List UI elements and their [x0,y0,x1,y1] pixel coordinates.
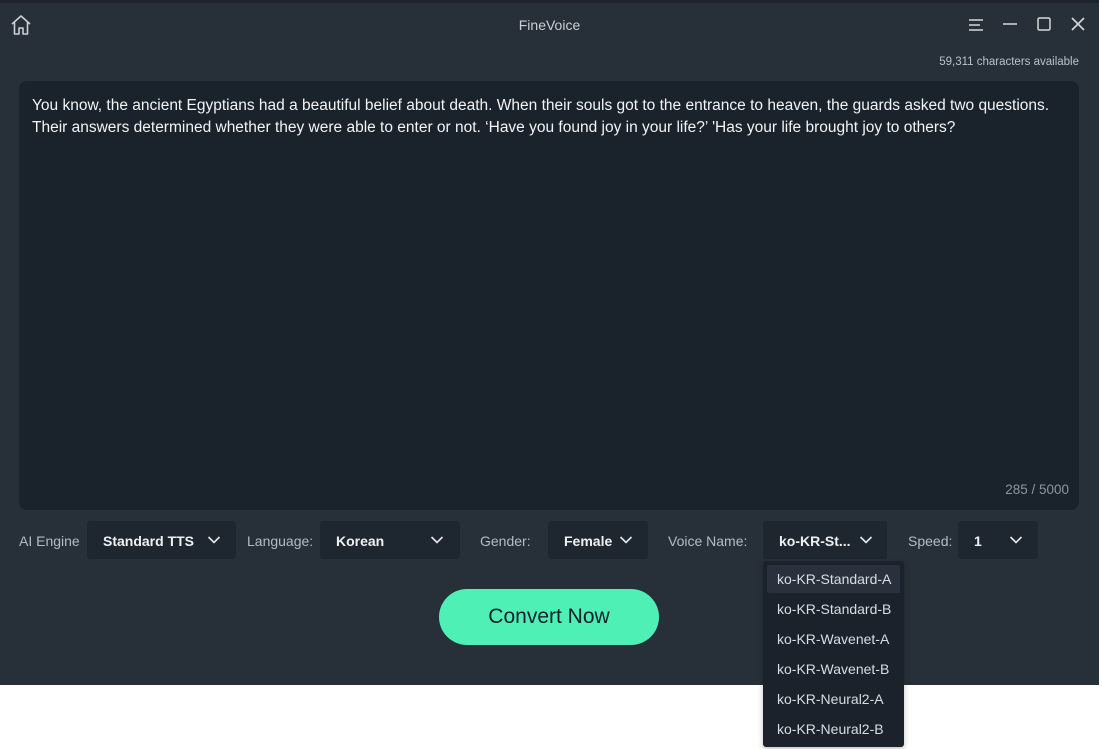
voice-option[interactable]: ko-KR-Standard-B [767,595,900,623]
voice-name-dropdown: ko-KR-Standard-A ko-KR-Standard-B ko-KR-… [763,561,904,747]
chevron-down-icon [430,536,444,544]
language-label: Language: [247,533,314,549]
characters-available: 59,311 characters available [939,56,1079,68]
close-button[interactable] [1068,15,1088,35]
ai-engine-select[interactable]: Standard TTS [87,521,236,559]
maximize-icon [1037,17,1051,31]
minimize-button[interactable] [1000,15,1020,35]
title-bar: FineVoice [0,3,1099,47]
speed-select[interactable]: 1 [958,521,1038,559]
gender-label: Gender: [480,533,531,549]
language-value: Korean [336,533,385,549]
gender-select[interactable]: Female [548,521,648,559]
voice-settings-bar: AI Engine Standard TTS Language: Korean … [0,521,1099,559]
voice-name-label: Voice Name: [668,533,748,549]
chevron-down-icon [207,536,221,544]
speed-value: 1 [974,533,982,549]
voice-option[interactable]: ko-KR-Neural2-B [767,715,900,743]
voice-option[interactable]: ko-KR-Neural2-A [767,685,900,713]
chevron-down-icon [619,536,633,544]
gender-value: Female [564,533,613,549]
ai-engine-value: Standard TTS [103,533,195,549]
app-title: FineVoice [518,17,581,33]
voice-name-value: ko-KR-St... [779,533,851,549]
ai-engine-label: AI Engine [19,533,80,549]
chevron-down-icon [859,536,873,544]
convert-now-button[interactable]: Convert Now [439,589,659,645]
voice-name-select[interactable]: ko-KR-St... [763,521,887,559]
voice-option[interactable]: ko-KR-Wavenet-B [767,655,900,683]
voice-option[interactable]: ko-KR-Wavenet-A [767,625,900,653]
language-select[interactable]: Korean [320,521,460,559]
text-editor[interactable]: You know, the ancient Egyptians had a be… [19,81,1079,510]
character-counter: 285 / 5000 [1005,482,1069,497]
chevron-down-icon [1009,536,1023,544]
app-window: FineVoice 59,311 characters available Yo… [0,0,1099,685]
minimize-icon [1003,23,1017,25]
maximize-button[interactable] [1034,15,1054,35]
voice-option[interactable]: ko-KR-Standard-A [767,565,900,593]
editor-text[interactable]: You know, the ancient Egyptians had a be… [32,95,1065,139]
menu-icon [969,19,983,31]
speed-label: Speed: [908,533,953,549]
menu-button[interactable] [966,15,986,35]
close-icon [1071,17,1085,31]
